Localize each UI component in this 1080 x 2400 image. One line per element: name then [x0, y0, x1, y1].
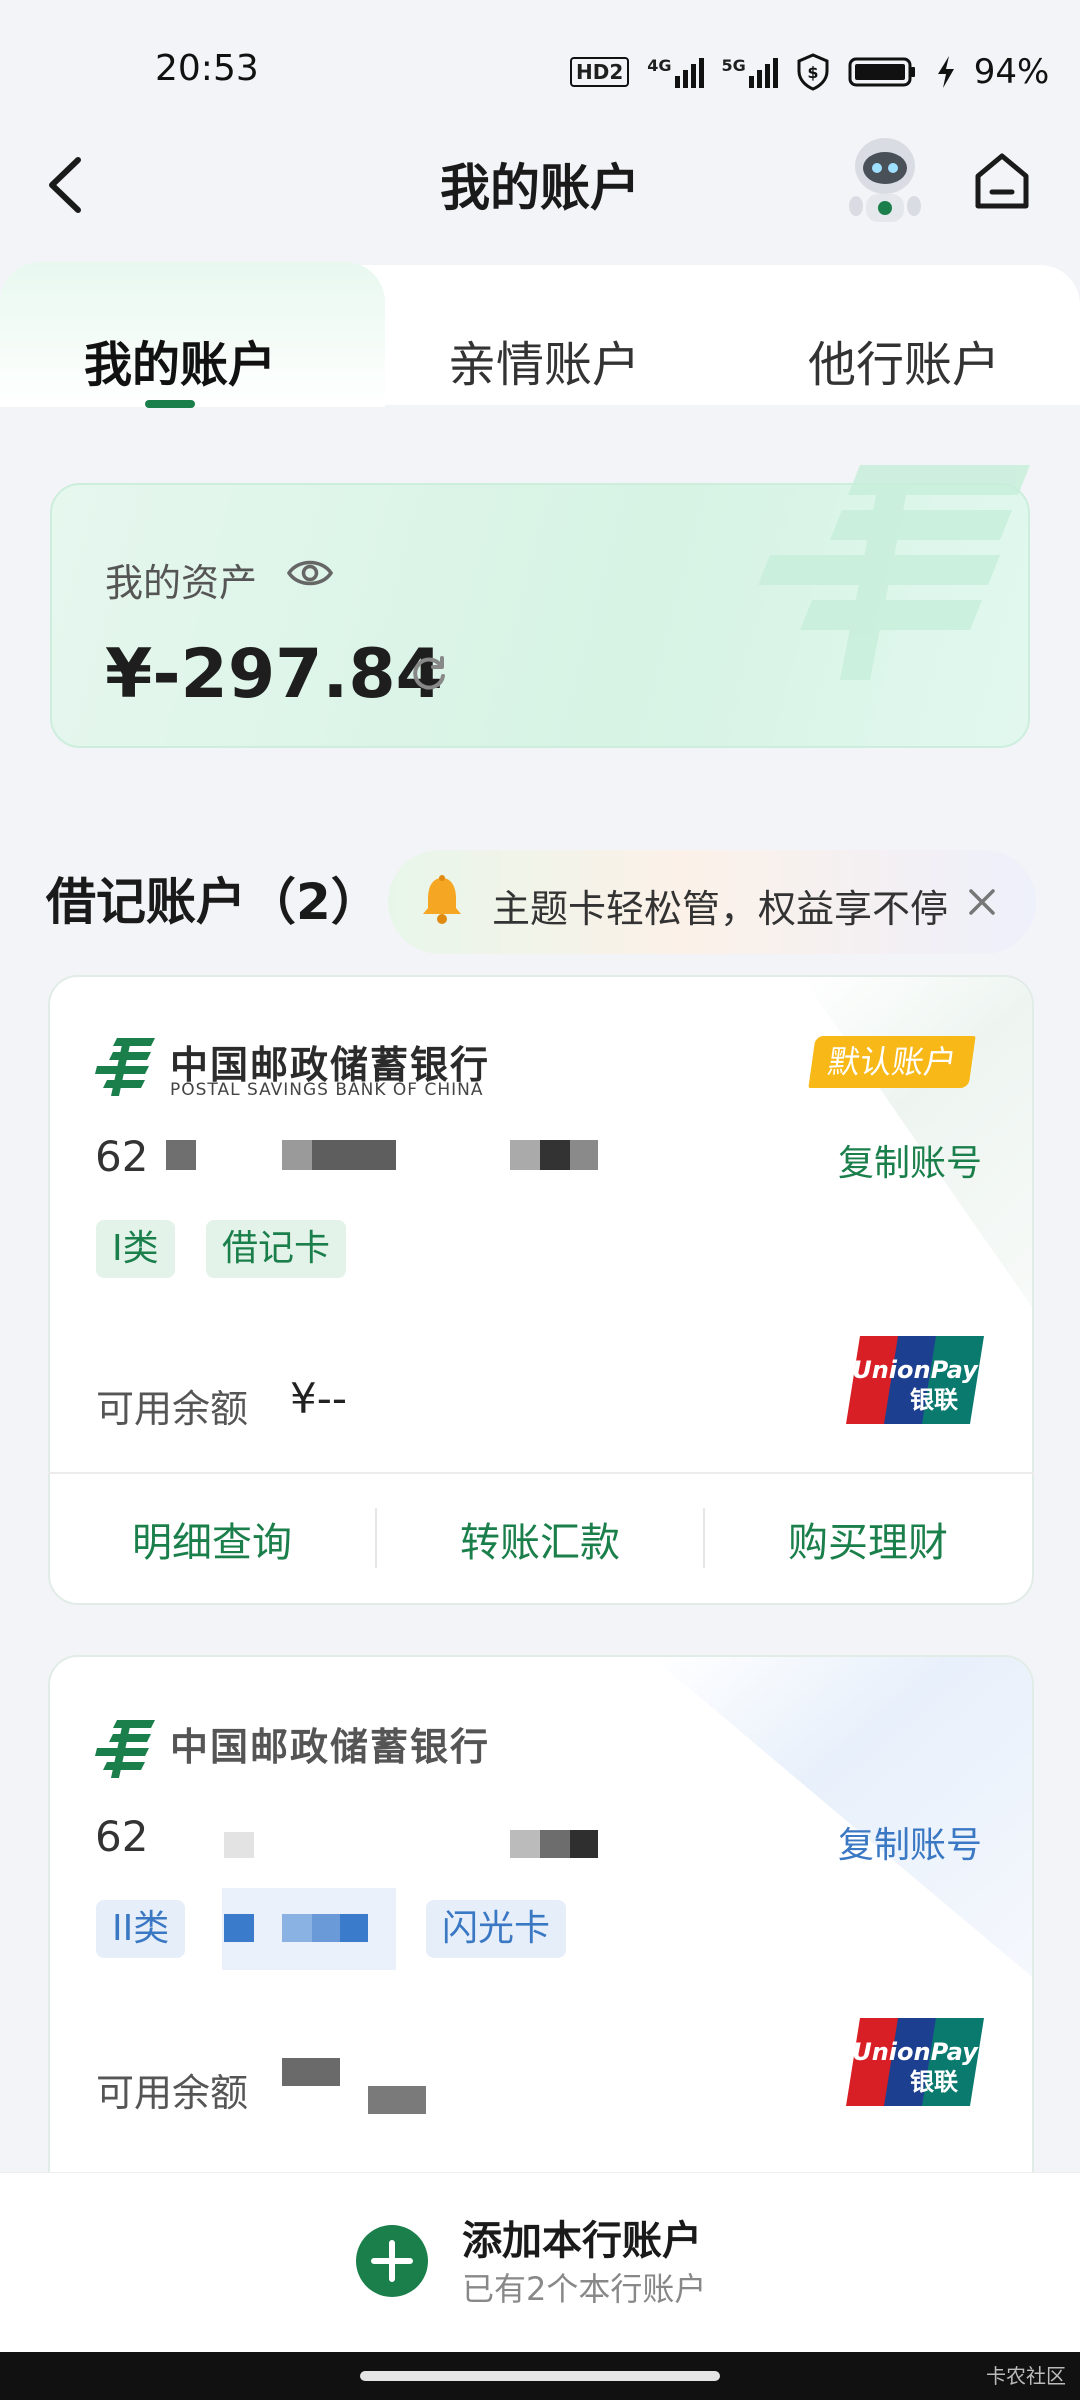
svg-text:银联: 银联 [910, 1386, 958, 1414]
available-balance-value: ¥-- [290, 1374, 348, 1423]
assets-label: 我的资产 [105, 561, 258, 605]
transaction-details-button[interactable]: 明细查询 [48, 1510, 376, 1568]
masked-digits [570, 1140, 598, 1170]
masked-digits [224, 1832, 254, 1858]
svg-text:UnionPay: UnionPay [852, 1356, 979, 1384]
charging-icon [937, 56, 954, 88]
masked-digits [282, 1140, 312, 1170]
hd-icon: HD2 [570, 57, 630, 87]
add-account-subtitle: 已有2个本行账户 [462, 2270, 707, 2308]
masked-digits [312, 1140, 396, 1170]
psbc-logo-icon [95, 1720, 155, 1778]
card-divider [48, 1472, 1034, 1474]
watermark-text: 卡农社区 [986, 2364, 1066, 2388]
masked-digits [540, 1830, 570, 1858]
masked-balance [368, 2086, 426, 2114]
security-shield-icon: $ [797, 53, 829, 91]
plus-icon [371, 2240, 413, 2282]
bank-name-cn: 中国邮政储蓄银行 [170, 1725, 491, 1769]
masked-digits [510, 1140, 540, 1170]
available-balance-label: 可用余额 [96, 2071, 249, 2115]
transfer-button[interactable]: 转账汇款 [376, 1510, 704, 1568]
account-number: 62 [95, 1812, 149, 1861]
masked-digits [224, 1914, 254, 1942]
status-time: 20:53 [155, 48, 259, 89]
unionpay-logo-icon: UnionPay 银联 [846, 1336, 984, 1424]
svg-text:银联: 银联 [910, 2068, 958, 2096]
battery-icon [848, 57, 915, 87]
copy-account-button[interactable]: 复制账号 [838, 1816, 982, 1868]
battery-percent: 94% [973, 52, 1050, 92]
default-account-badge: 默认账户 [808, 1036, 976, 1088]
refresh-icon[interactable] [408, 652, 450, 694]
bank-name-en: POSTAL SAVINGS BANK OF CHINA [170, 1080, 484, 1100]
masked-digits [340, 1914, 368, 1942]
home-indicator[interactable] [360, 2371, 720, 2381]
copy-account-button[interactable]: 复制账号 [838, 1134, 982, 1186]
svg-text:UnionPay: UnionPay [852, 2038, 979, 2066]
account-number: 62 [95, 1132, 149, 1181]
bell-icon [423, 875, 461, 924]
available-balance-label: 可用余额 [96, 1387, 249, 1431]
postal-logo-watermark [758, 465, 1030, 680]
masked-digits [570, 1830, 598, 1858]
home-icon[interactable] [972, 148, 1032, 214]
masked-digits [540, 1140, 570, 1170]
assets-value: ¥-297.84 [105, 635, 443, 714]
robot-assistant-icon[interactable] [840, 128, 930, 228]
masked-digits [510, 1830, 540, 1858]
svg-text:$: $ [807, 63, 818, 82]
close-icon[interactable] [962, 882, 1002, 922]
account-class-tag: II类 [96, 1900, 186, 1958]
masked-digits [166, 1140, 196, 1170]
masked-digits [312, 1914, 340, 1942]
status-icons: HD2 4G 5G $ 94% [570, 52, 1049, 92]
add-account-title[interactable]: 添加本行账户 [462, 2208, 702, 2266]
tab-family-accounts[interactable]: 亲情账户 [448, 325, 640, 395]
signal-5g-icon: 5G [722, 56, 778, 88]
card-type-tag: 闪光卡 [426, 1900, 567, 1958]
psbc-logo-icon [95, 1038, 155, 1096]
tab-indicator [145, 400, 195, 408]
unionpay-logo-icon: UnionPay 银联 [846, 2018, 984, 2106]
tab-my-accounts[interactable]: 我的账户 [84, 325, 276, 395]
promo-text: 主题卡轻松管，权益享不停 [492, 887, 949, 931]
masked-digits [282, 1914, 312, 1942]
add-account-button[interactable] [356, 2225, 428, 2297]
debit-accounts-title: 借记账户（2） [46, 873, 381, 931]
tab-other-bank-accounts[interactable]: 他行账户 [808, 325, 1000, 395]
signal-4g-icon: 4G [647, 56, 704, 88]
eye-icon[interactable] [286, 553, 334, 593]
masked-balance [282, 2058, 340, 2086]
buy-wealth-button[interactable]: 购买理财 [704, 1510, 1032, 1568]
account-class-tag: I类 [96, 1220, 175, 1278]
card-type-tag: 借记卡 [206, 1220, 347, 1278]
